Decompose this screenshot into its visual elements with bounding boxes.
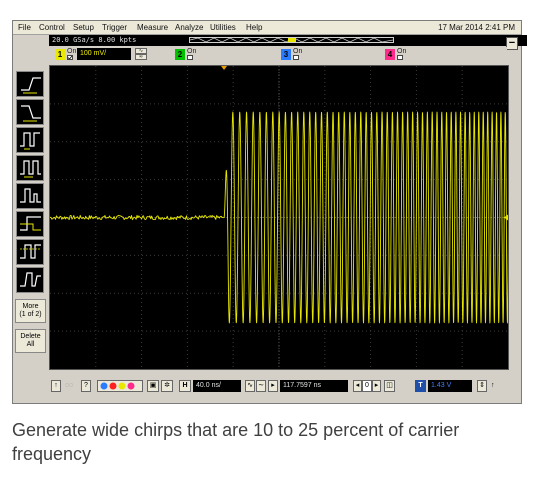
color-palette-icon[interactable] [97, 380, 143, 392]
trigger-level-stepper-icon[interactable]: ⇕ [477, 380, 487, 392]
setup-hold-trigger-button[interactable] [16, 211, 44, 237]
window-trigger-icon [20, 244, 41, 259]
memory-trace-icon [190, 38, 393, 42]
zoom-value[interactable]: 0 [362, 380, 372, 392]
channel-1-number[interactable]: 1 [55, 49, 65, 60]
menu-help[interactable]: Help [246, 21, 262, 34]
menu-analyze[interactable]: Analyze [175, 21, 203, 34]
timebase-up-icon[interactable]: ∼ [256, 380, 266, 392]
trigger-icon[interactable]: T [415, 380, 426, 392]
trigger-time-marker [221, 66, 228, 70]
pulse-width-trigger-button[interactable] [16, 127, 44, 153]
menu-setup[interactable]: Setup [73, 21, 94, 34]
menu-bar: File Control Setup Trigger Measure Analy… [13, 21, 521, 35]
channel-2-on-label: On [187, 48, 197, 55]
transition-trigger-icon [20, 272, 41, 287]
channel-bar: 1 On 100 mV/ ∿ ≂ 2 On 3 On 4 On [49, 47, 507, 63]
channel-1-on-label: On [67, 48, 77, 55]
oscilloscope-window: File Control Setup Trigger Measure Analy… [12, 20, 527, 404]
channel-1-checkbox[interactable] [67, 55, 73, 60]
timebase-down-icon[interactable]: ∿ [245, 380, 255, 392]
delete-label: Delete [20, 333, 41, 340]
caption-text: Generate wide chirps that are 10 to 25 p… [12, 420, 460, 464]
horizontal-icon[interactable]: H [179, 380, 191, 392]
channel-3-control[interactable]: 3 On [281, 48, 321, 61]
channel-3-number[interactable]: 3 [281, 49, 291, 60]
all-label: All [26, 341, 35, 348]
channel-1-coupling-dc-icon[interactable]: ≂ [135, 54, 147, 60]
pulse-period-trigger-button[interactable] [16, 155, 44, 181]
setup-hold-trigger-icon [20, 216, 41, 231]
channel-4-on-label: On [397, 48, 407, 55]
horizontal-position-field[interactable]: 117.7597 ns [280, 380, 348, 392]
timebase-field[interactable]: 40.0 ns/ [193, 380, 241, 392]
channel-1-scale-field[interactable]: 100 mV/ [77, 48, 131, 60]
minimize-button[interactable]: − [506, 37, 518, 50]
channel-2-control[interactable]: 2 On [175, 48, 215, 61]
channel-1-control[interactable]: 1 On 100 mV/ ∿ ≂ [55, 48, 165, 61]
edge-trigger-falling-icon [21, 105, 41, 122]
delay-icon[interactable]: ▸ [268, 380, 278, 392]
memory-position-indicator[interactable] [189, 37, 394, 43]
more-label: More [22, 303, 39, 310]
more-triggers-button[interactable]: More (1 of 2) [15, 299, 46, 323]
waveform-display[interactable] [49, 65, 509, 370]
channel-3-on-label: On [293, 48, 303, 55]
menu-trigger[interactable]: Trigger [102, 21, 127, 34]
waveform-graticule [50, 66, 508, 369]
menu-file[interactable]: File [18, 21, 31, 34]
stop-icon[interactable]: ◌◌ [65, 380, 79, 392]
sample-rate-memory: 20.0 GSa/s 8.00 kpts [52, 36, 137, 44]
trigger-slope-icon[interactable]: ↑ [491, 380, 501, 392]
runt-trigger-button[interactable] [16, 183, 44, 209]
trigger-level-field[interactable]: 1.43 V [428, 380, 472, 392]
channel-4-checkbox[interactable] [397, 55, 403, 60]
status-bar: ↑ ◌◌ ? ▣ ✲ H 40.0 ns/ ∿ ∼ ▸ 117.7597 ns … [49, 374, 521, 398]
edge-trigger-rising-button[interactable] [16, 71, 44, 97]
channel-4-control[interactable]: 4 On [385, 48, 425, 61]
edge-trigger-rising-icon [21, 77, 41, 94]
trigger-toolbar: More (1 of 2) Delete All [14, 71, 47, 403]
transition-trigger-button[interactable] [16, 267, 44, 293]
runt-trigger-icon [20, 188, 41, 203]
channel-2-checkbox[interactable] [187, 55, 193, 60]
delete-all-button[interactable]: Delete All [15, 329, 46, 353]
window-trigger-button[interactable] [16, 239, 44, 265]
channel-4-number[interactable]: 4 [385, 49, 395, 60]
menu-control[interactable]: Control [39, 21, 65, 34]
single-icon[interactable]: ? [81, 380, 91, 392]
autoscale-icon[interactable]: ✲ [161, 380, 173, 392]
date-time: 17 Mar 2014 2:41 PM [438, 23, 515, 32]
pulse-width-trigger-icon [20, 132, 40, 150]
more-page-label: (1 of 2) [19, 311, 42, 318]
channel-3-checkbox[interactable] [293, 55, 299, 60]
zoom-icon[interactable]: ◫ [384, 380, 395, 392]
measure-icon[interactable]: ▣ [147, 380, 159, 392]
menu-measure[interactable]: Measure [137, 21, 168, 34]
edge-trigger-falling-button[interactable] [16, 99, 44, 125]
run-icon[interactable]: ↑ [51, 380, 61, 392]
channel-2-number[interactable]: 2 [175, 49, 185, 60]
position-right-icon[interactable]: ▸ [372, 380, 381, 392]
menu-utilities[interactable]: Utilities [210, 21, 236, 34]
acquisition-bar: 20.0 GSa/s 8.00 kpts [49, 35, 527, 46]
position-left-icon[interactable]: ◂ [353, 380, 362, 392]
pulse-period-trigger-icon [20, 160, 41, 178]
